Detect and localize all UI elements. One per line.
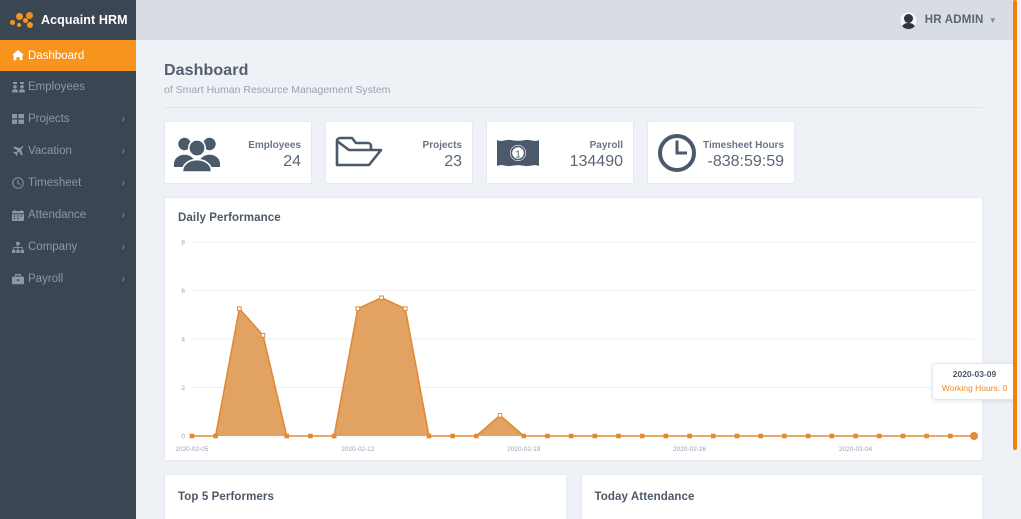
brand[interactable]: Acquaint HRM [0, 0, 136, 40]
stat-card-employees[interactable]: Employees 24 [164, 121, 312, 184]
stat-value: -838:59:59 [707, 152, 784, 170]
sidebar-item-attendance[interactable]: Attendance › [0, 199, 136, 231]
stat-card-projects[interactable]: Projects 23 [325, 121, 473, 184]
chevron-right-icon: › [121, 113, 125, 125]
chart-line [191, 296, 975, 437]
svg-text:2: 2 [181, 385, 185, 392]
svg-text:6: 6 [181, 288, 185, 295]
sidebar-item-payroll[interactable]: Payroll › [0, 263, 136, 295]
stat-value: 134490 [569, 152, 623, 170]
sitemap-icon [12, 241, 28, 253]
tooltip-series-label: Working Hours [941, 383, 998, 393]
stat-label: Projects [422, 139, 462, 151]
sidebar-item-label: Dashboard [28, 49, 85, 62]
brand-name: Acquaint HRM [41, 13, 128, 27]
sidebar-item-label: Vacation [28, 145, 72, 157]
svg-text:2020-02-05: 2020-02-05 [175, 446, 209, 453]
card-title: Top 5 Performers [178, 491, 274, 503]
chart-gridlines [191, 241, 975, 437]
svg-text:2020-02-12: 2020-02-12 [341, 446, 375, 453]
vertical-scrollbar[interactable] [1013, 0, 1017, 519]
scrollbar-thumb[interactable] [1013, 0, 1017, 450]
user-avatar-icon [898, 10, 918, 30]
chevron-right-icon: › [121, 209, 125, 221]
chevron-right-icon: › [121, 241, 125, 253]
page-subtitle: of Smart Human Resource Management Syste… [164, 84, 391, 96]
orange-dots-logo-icon [10, 11, 34, 29]
sidebar-nav: Dashboard Employees Projects › Vacation … [0, 40, 136, 295]
home-icon [12, 50, 28, 61]
users-icon [12, 81, 28, 93]
stat-cards: Employees 24 Projects 23 1 Payroll 13449… [136, 108, 1021, 184]
chevron-down-icon[interactable]: ▾ [990, 15, 995, 26]
chart-data-points [189, 295, 979, 441]
main-content: Dashboard of Smart Human Resource Manage… [136, 40, 1021, 519]
sidebar-item-timesheet[interactable]: Timesheet › [0, 167, 136, 199]
bottom-cards: Top 5 Performers Today Attendance [164, 474, 983, 519]
sidebar-item-label: Company [28, 241, 78, 253]
stat-value: 24 [283, 152, 301, 170]
top-performers-card: Top 5 Performers [164, 474, 567, 519]
stat-card-timesheet-hours[interactable]: Timesheet Hours -838:59:59 [647, 121, 795, 184]
folder-icon [335, 135, 383, 171]
sidebar-item-label: Projects [28, 113, 70, 125]
plane-icon [12, 145, 28, 157]
stat-text: Employees 24 [248, 135, 301, 170]
stat-label: Payroll [589, 139, 623, 151]
chevron-right-icon: › [121, 145, 125, 157]
stat-value: 23 [444, 152, 462, 170]
svg-text:0: 0 [181, 433, 185, 440]
stat-text: Payroll 134490 [570, 135, 623, 170]
svg-text:1: 1 [515, 149, 521, 160]
banknote-icon: 1 [496, 137, 540, 169]
sidebar-item-dashboard[interactable]: Dashboard [0, 40, 136, 71]
svg-text:4: 4 [181, 336, 185, 343]
stat-text: Timesheet Hours -838:59:59 [703, 135, 784, 170]
clock-icon [657, 133, 697, 173]
chart-y-axis-ticks: 0 2 4 6 8 [181, 239, 185, 440]
sidebar-item-label: Attendance [28, 209, 87, 221]
chart-x-axis-ticks: 2020-02-05 2020-02-12 2020-02-19 2020-02-26… [175, 446, 872, 453]
topbar: HR ADMIN ▾ [136, 0, 1021, 40]
daily-performance-chart[interactable]: 02468 2020-02-05 2020-02-12 2020-02-19 2020… [165, 230, 982, 458]
sidebar: Acquaint HRM Dashboard Employees Project [0, 0, 136, 519]
chart-tooltip: 2020-03-09 Working Hours: 0 [932, 363, 1017, 400]
chart-area-fill [191, 297, 975, 436]
sidebar-item-projects[interactable]: Projects › [0, 103, 136, 135]
page-title: Dashboard [164, 62, 249, 79]
card-title: Daily Performance [178, 212, 281, 224]
svg-text:2020-02-19: 2020-02-19 [507, 446, 541, 453]
tooltip-series-value: 0 [1002, 383, 1008, 393]
grid-icon [12, 114, 28, 124]
sidebar-item-vacation[interactable]: Vacation › [0, 135, 136, 167]
sidebar-item-company[interactable]: Company › [0, 231, 136, 263]
stat-card-payroll[interactable]: 1 Payroll 134490 [486, 121, 634, 184]
sidebar-item-label: Timesheet [28, 177, 82, 189]
briefcase-icon [12, 273, 28, 285]
chevron-right-icon: › [121, 177, 125, 189]
chart-svg: 02468 2020-02-05 2020-02-12 2020-02-19 2020… [175, 239, 979, 453]
svg-text:2020-03-04: 2020-03-04 [839, 446, 873, 453]
stat-label: Employees [248, 139, 301, 151]
card-title: Today Attendance [594, 491, 695, 503]
tooltip-date: 2020-03-09 [952, 369, 997, 379]
user-menu[interactable]: HR ADMIN ▾ [898, 0, 995, 40]
svg-text:2020-02-26: 2020-02-26 [673, 446, 707, 453]
today-attendance-card: Today Attendance [580, 474, 983, 519]
stat-text: Projects 23 [423, 135, 462, 170]
chevron-right-icon: › [121, 273, 125, 285]
sidebar-item-label: Payroll [28, 273, 64, 285]
page-header: Dashboard of Smart Human Resource Manage… [136, 40, 1021, 96]
sidebar-item-employees[interactable]: Employees [0, 71, 136, 103]
user-name: HR ADMIN [924, 14, 984, 26]
stat-label: Timesheet Hours [703, 139, 784, 151]
users-group-icon [174, 134, 220, 172]
svg-text:8: 8 [181, 239, 185, 246]
app-root: Acquaint HRM Dashboard Employees Project [0, 0, 1021, 519]
clock-icon [12, 177, 28, 189]
calendar-icon [12, 209, 28, 221]
tooltip-value: Working Hours: 0 [941, 383, 1008, 393]
daily-performance-card: Daily Performance 02468 2020-02-05 2020-0… [164, 197, 1017, 461]
sidebar-item-label: Employees [28, 81, 85, 93]
